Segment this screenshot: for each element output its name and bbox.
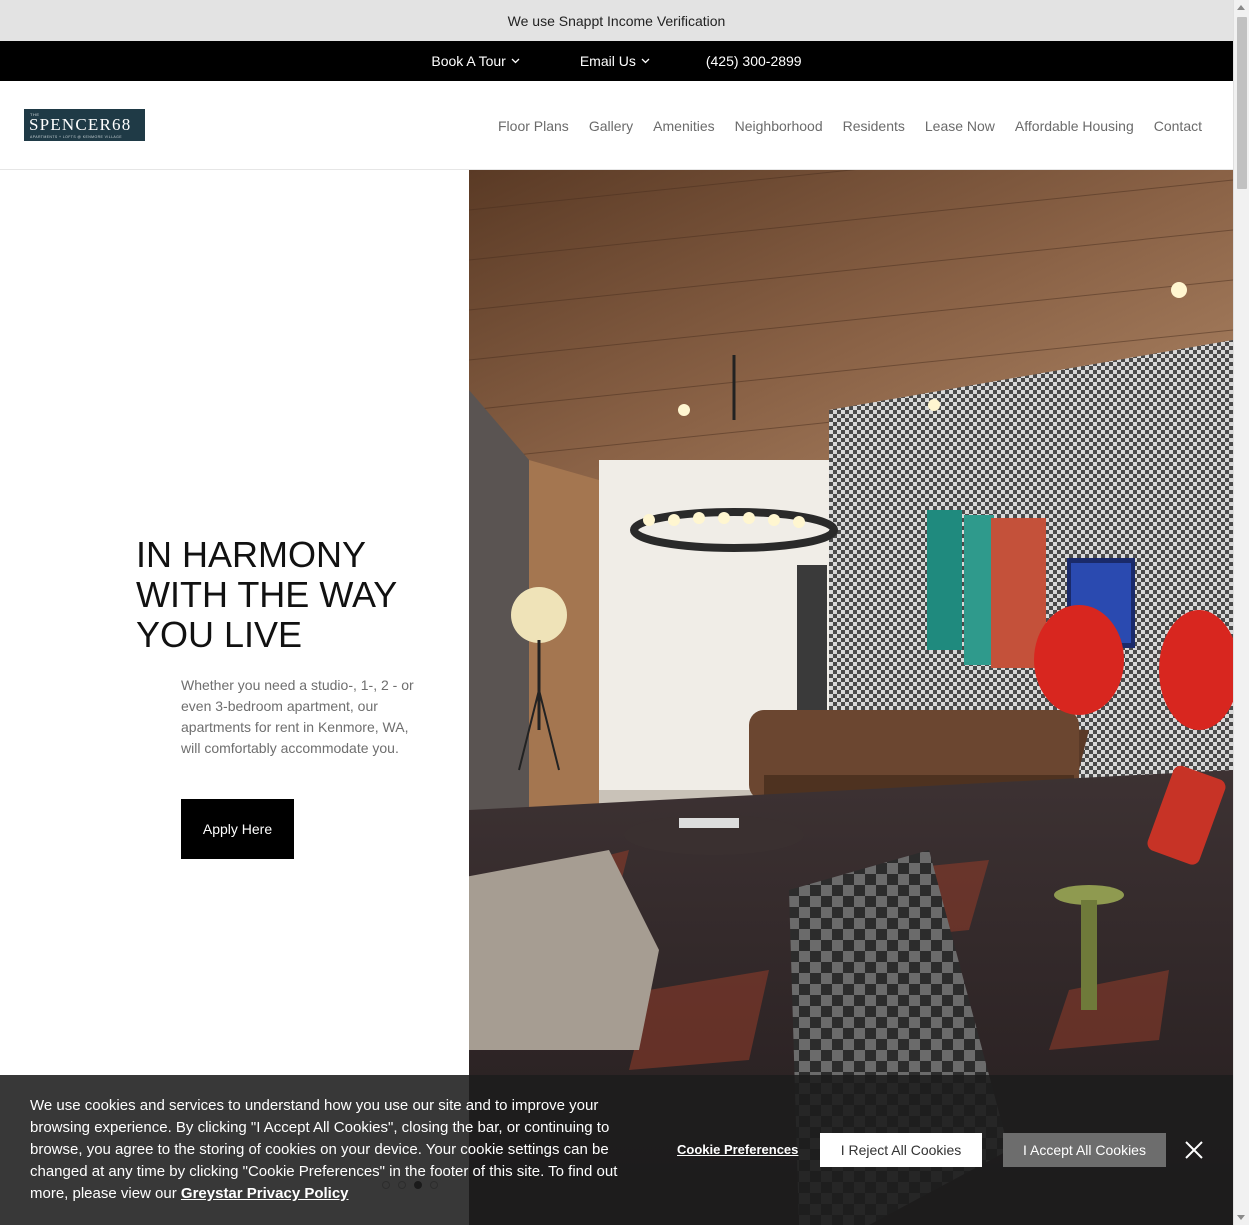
nav-affordable-housing[interactable]: Affordable Housing [1015,118,1134,134]
site-logo[interactable]: THE SPENCER68 APARTMENTS + LOFTS @ KENMO… [24,109,145,141]
hero-text-panel: IN HARMONY WITH THE WAY YOU LIVE Whether… [0,170,469,1225]
hero-title: IN HARMONY WITH THE WAY YOU LIVE [136,534,397,655]
email-us-label: Email Us [579,53,636,69]
logo-tagline: APARTMENTS + LOFTS @ KENMORE VILLAGE [30,135,123,139]
nav-contact[interactable]: Contact [1154,118,1202,134]
reject-cookies-button[interactable]: I Reject All Cookies [820,1133,982,1167]
privacy-policy-link[interactable]: Greystar Privacy Policy [181,1185,349,1202]
nav-floor-plans[interactable]: Floor Plans [498,118,569,134]
phone-number: (425) 300-2899 [705,53,802,69]
nav-lease-now[interactable]: Lease Now [925,118,995,134]
book-tour-dropdown[interactable]: Book A Tour [431,53,520,69]
scroll-up-icon[interactable] [1237,5,1245,10]
accept-cookies-button[interactable]: I Accept All Cookies [1003,1133,1166,1167]
scroll-down-icon[interactable] [1237,1215,1245,1220]
scrollbar-thumb[interactable] [1237,17,1247,189]
hero-description: Whether you need a studio-, 1-, 2 - or e… [181,677,414,756]
chevron-down-icon [511,58,520,64]
page-scrollbar[interactable] [1233,0,1249,1225]
email-us-dropdown[interactable]: Email Us [580,53,650,69]
nav-gallery[interactable]: Gallery [589,118,633,134]
logo-name: SPENCER68 [29,115,132,134]
cookie-message: We use cookies and services to understan… [30,1095,630,1205]
lounge-photo-illustration [469,170,1233,1225]
nav-neighborhood[interactable]: Neighborhood [735,118,823,134]
snappt-banner: We use Snappt Income Verification [0,0,1233,41]
main-nav: Floor Plans Gallery Amenities Neighborho… [478,81,1202,170]
phone-link[interactable]: (425) 300-2899 [706,53,802,69]
hero-image-lounge [469,170,1233,1225]
site-header: THE SPENCER68 APARTMENTS + LOFTS @ KENMO… [0,81,1233,170]
banner-text: We use Snappt Income Verification [507,12,726,29]
cookie-consent-bar: We use cookies and services to understan… [0,1075,1233,1225]
nav-residents[interactable]: Residents [843,118,905,134]
book-tour-label: Book A Tour [431,53,506,69]
close-icon[interactable] [1184,1140,1204,1160]
chevron-down-icon [641,58,650,64]
apply-here-button[interactable]: Apply Here [181,799,294,859]
nav-amenities[interactable]: Amenities [653,118,714,134]
cookie-preferences-link[interactable]: Cookie Preferences [677,1142,798,1157]
contact-bar: Book A Tour Email Us (425) 300-2899 [0,41,1233,81]
